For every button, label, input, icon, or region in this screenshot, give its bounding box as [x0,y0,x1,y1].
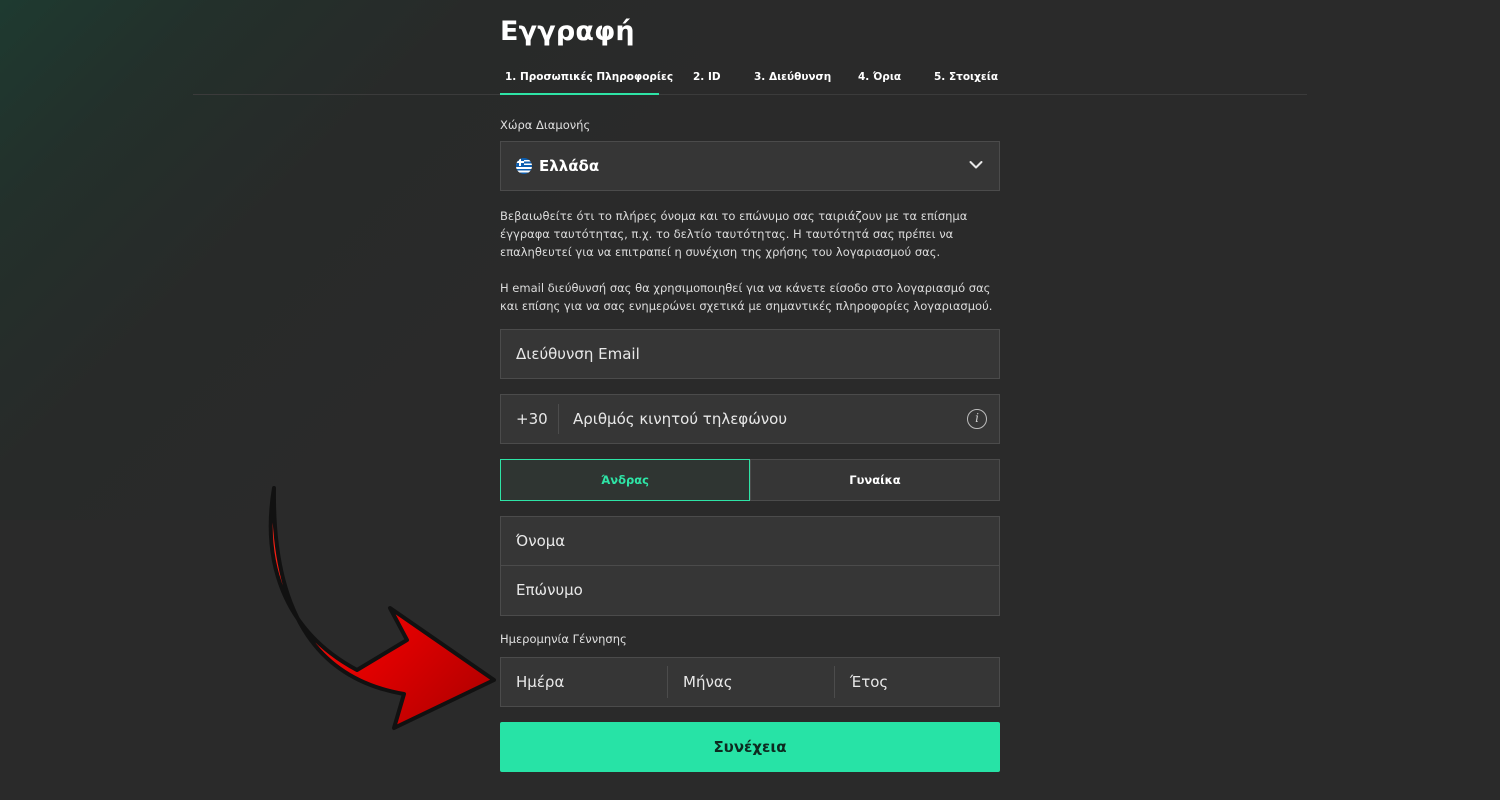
tab-id[interactable]: 2. ID [693,71,721,83]
email-placeholder: Διεύθυνση Email [516,345,640,363]
email-info-text: Η email διεύθυνσή σας θα χρησιμοποιηθεί … [500,281,993,313]
dob-label: Ημερομηνία Γέννησης [500,632,627,646]
phone-separator [558,404,559,434]
tab-address[interactable]: 3. Διεύθυνση [754,71,831,83]
info-icon[interactable]: i [967,409,987,429]
country-value: Ελλάδα [539,157,600,175]
dob-day-placeholder: Ημέρα [516,673,565,691]
continue-button[interactable]: Συνέχεια [500,722,1000,772]
country-select[interactable]: Ελλάδα [500,141,1000,191]
first-name-placeholder: Όνομα [516,532,566,550]
tabs-divider [193,94,1307,95]
phone-placeholder: Αριθμός κινητού τηλεφώνου [573,410,787,428]
identity-info-text: Βεβαιωθείτε ότι το πλήρες όνομα και το ε… [500,209,968,259]
tab-details[interactable]: 5. Στοιχεία Ε [934,71,1000,83]
active-tab-indicator [500,93,659,95]
dob-year-field[interactable]: Έτος [835,658,1001,706]
dob-day-field[interactable]: Ημέρα [501,658,667,706]
last-name-field[interactable]: Επώνυμο [501,566,999,615]
dob-month-field[interactable]: Μήνας [668,658,834,706]
name-fields-group: Όνομα Επώνυμο [500,516,1000,616]
red-arrow-annotation-icon [268,486,496,730]
page-title: Εγγραφή [500,16,635,47]
dob-month-placeholder: Μήνας [683,673,733,691]
date-of-birth-field: Ημέρα Μήνας Έτος [500,657,1000,707]
gender-male-button[interactable]: Άνδρας [500,459,750,501]
dob-year-placeholder: Έτος [850,673,889,691]
tab-personal-info[interactable]: 1. Προσωπικές Πληροφορίες [505,71,673,83]
country-label: Χώρα Διαμονής [500,118,591,132]
phone-country-code[interactable]: +30 [516,410,548,428]
email-field[interactable]: Διεύθυνση Email [500,329,1000,379]
greece-flag-icon [516,158,532,174]
phone-field[interactable]: +30 Αριθμός κινητού τηλεφώνου i [500,394,1000,444]
chevron-down-icon [969,161,983,169]
gender-female-button[interactable]: Γυναίκα [750,459,1000,501]
tab-limits[interactable]: 4. Όρια [858,71,901,83]
first-name-field[interactable]: Όνομα [501,517,999,566]
registration-steps-tabs: 1. Προσωπικές Πληροφορίες 2. ID 3. Διεύθ… [500,60,1000,96]
last-name-placeholder: Επώνυμο [516,581,583,599]
